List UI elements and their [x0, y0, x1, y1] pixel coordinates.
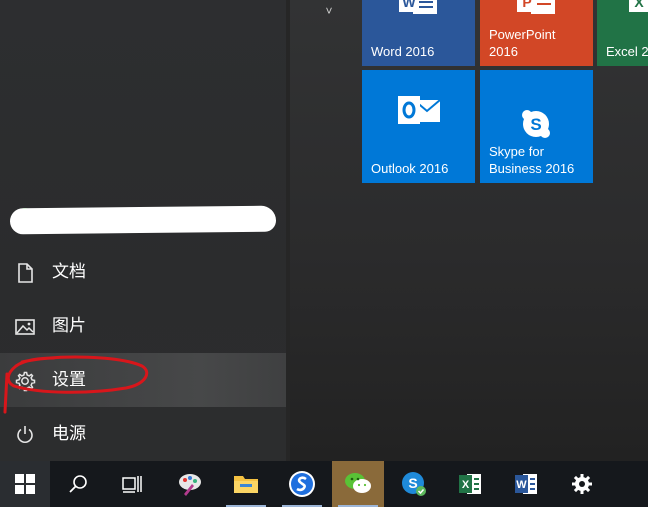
- nav-item-pictures[interactable]: 图片: [0, 299, 286, 353]
- excel-icon: X: [459, 474, 481, 494]
- picture-icon: [14, 316, 36, 338]
- start-menu-screen: 文档 图片 设置 电源 ˅ W Word 2016 P PowerPoint 2…: [0, 0, 648, 507]
- running-indicator: [282, 505, 322, 507]
- task-view-button[interactable]: [106, 461, 158, 507]
- tile-label: PowerPoint 2016: [489, 27, 556, 59]
- nav-item-label: 电源: [52, 424, 86, 443]
- tile-label: Outlook 2016: [371, 161, 449, 176]
- running-indicator: [226, 505, 266, 507]
- task-view-icon: [122, 476, 142, 493]
- start-menu-left-rail: 文档 图片 设置 电源: [0, 0, 286, 461]
- tile-label: Excel 2: [606, 44, 648, 59]
- tile-powerpoint[interactable]: P PowerPoint 2016: [480, 0, 593, 66]
- redacted-user-name: [9, 205, 277, 235]
- tile-skype-business[interactable]: S Skype for Business 2016: [480, 70, 593, 183]
- windows-logo-icon: [15, 474, 35, 494]
- taskbar-paint-button[interactable]: [164, 461, 216, 507]
- wechat-icon: [345, 473, 371, 493]
- nav-item-label: 图片: [52, 316, 86, 335]
- nav-item-label: 文档: [52, 262, 86, 281]
- nav-item-documents[interactable]: 文档: [0, 245, 286, 299]
- taskbar-search-button[interactable]: [52, 461, 104, 507]
- outlook-icon: [396, 94, 444, 133]
- power-icon: [14, 424, 36, 446]
- taskbar-word-button[interactable]: W: [500, 461, 552, 507]
- taskbar-skype-button[interactable]: S: [388, 461, 440, 507]
- nav-item-settings[interactable]: 设置: [0, 353, 286, 407]
- tile-outlook[interactable]: Outlook 2016: [362, 70, 475, 183]
- taskbar-settings-button[interactable]: [556, 461, 608, 507]
- svg-text:X: X: [634, 0, 644, 10]
- svg-text:W: W: [402, 0, 416, 10]
- gear-icon: [14, 370, 36, 392]
- word-icon: W: [395, 0, 441, 23]
- taskbar-sogou-button[interactable]: [276, 461, 328, 507]
- sogou-icon: [289, 471, 315, 497]
- chevron-down-icon[interactable]: ˅: [322, 4, 336, 18]
- tile-label: Skype for Business 2016: [489, 144, 575, 176]
- gear-icon: [572, 474, 592, 494]
- user-account[interactable]: [8, 204, 277, 235]
- paint-icon: [179, 474, 201, 496]
- document-icon: [14, 262, 36, 284]
- skype-icon: S: [402, 472, 426, 496]
- svg-text:S: S: [408, 475, 417, 491]
- taskbar: S X W: [0, 461, 648, 507]
- tile-excel[interactable]: X Excel 2: [597, 0, 648, 66]
- taskbar-excel-button[interactable]: X: [444, 461, 496, 507]
- svg-text:W: W: [516, 479, 527, 491]
- running-indicator: [338, 505, 378, 507]
- svg-text:X: X: [462, 479, 470, 491]
- taskbar-wechat-button[interactable]: [332, 461, 384, 507]
- svg-text:S: S: [530, 115, 541, 134]
- taskbar-file-explorer-button[interactable]: [220, 461, 272, 507]
- svg-text:P: P: [522, 0, 531, 10]
- tile-word[interactable]: W Word 2016: [362, 0, 475, 66]
- nav-item-power[interactable]: 电源: [0, 407, 286, 461]
- word-icon: W: [515, 474, 537, 494]
- scroll-strip: [286, 0, 290, 461]
- nav-item-label: 设置: [52, 370, 86, 389]
- start-button[interactable]: [0, 461, 50, 507]
- tile-label: Word 2016: [371, 44, 435, 59]
- excel-icon: X: [629, 0, 648, 23]
- folder-icon: [234, 476, 258, 493]
- search-icon: [69, 475, 87, 493]
- powerpoint-icon: P: [513, 0, 559, 23]
- skype-icon: S: [520, 108, 552, 145]
